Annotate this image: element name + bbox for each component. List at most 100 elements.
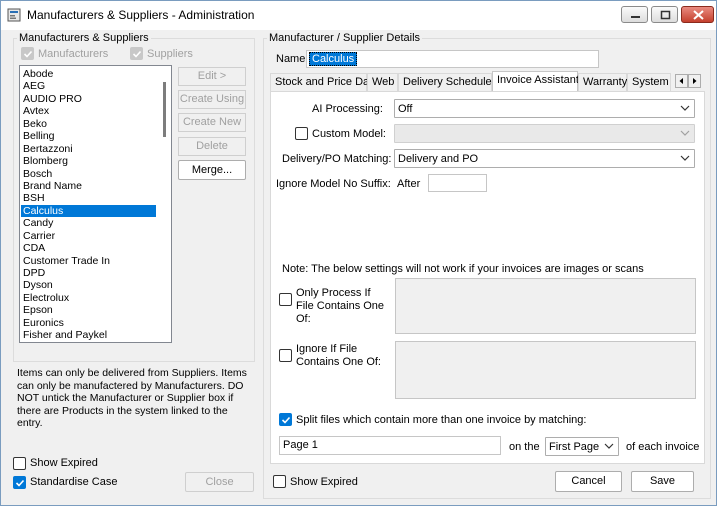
manufacturers-filter-label: Manufacturers [38, 48, 109, 60]
split-files-label: Split files which contain more than one … [296, 414, 587, 426]
name-value: Calculus [309, 52, 358, 66]
custom-model-label: Custom Model: [312, 128, 386, 140]
close-window-button[interactable] [681, 6, 714, 23]
split-match-input[interactable]: Page 1 [279, 436, 501, 455]
app-icon [7, 8, 21, 22]
list-item[interactable]: Electrolux [21, 292, 156, 304]
list-item[interactable]: Candy [21, 217, 156, 229]
list-item[interactable]: Bertazzoni [21, 143, 156, 155]
after-input[interactable] [428, 174, 487, 192]
close-button[interactable]: Close [185, 472, 254, 492]
list-item[interactable]: CDA [21, 242, 156, 254]
chevron-down-icon [680, 155, 690, 161]
list-item[interactable]: AUDIO PRO [21, 93, 156, 105]
tab-scroll-right-button[interactable] [688, 74, 701, 88]
only-process-checkbox[interactable] [279, 293, 292, 306]
details-group-title: Manufacturer / Supplier Details [267, 32, 423, 44]
ignore-if-checkbox[interactable] [279, 349, 292, 362]
page-position-select[interactable]: First Page [545, 437, 619, 456]
list-item[interactable]: DPD [21, 267, 156, 279]
minimize-icon [631, 16, 640, 18]
title-bar: Manufacturers & Suppliers - Administrati… [1, 1, 716, 30]
suppliers-filter-checkbox[interactable] [130, 47, 143, 60]
show-expired-checkbox-left[interactable] [13, 457, 26, 470]
show-expired-label-right: Show Expired [290, 476, 358, 488]
ignore-if-label: Ignore If File Contains One Of: [296, 343, 381, 368]
list-item[interactable]: Customer Trade In [21, 255, 156, 267]
create-new-button[interactable]: Create New [178, 113, 246, 132]
minimize-button[interactable] [621, 6, 648, 23]
save-button[interactable]: Save [631, 471, 694, 492]
tab-delivery-schedule[interactable]: Delivery Schedule [398, 73, 492, 91]
delivery-po-label: Delivery/PO Matching: [282, 153, 392, 165]
checkmark-icon [132, 50, 142, 58]
list-item[interactable]: Carrier [21, 230, 156, 242]
only-process-label: Only Process If File Contains One Of: [296, 287, 385, 325]
list-item[interactable]: AEG [21, 80, 156, 92]
ai-processing-label: AI Processing: [312, 103, 383, 115]
window-title: Manufacturers & Suppliers - Administrati… [27, 8, 255, 22]
delivery-po-value: Delivery and PO [398, 153, 479, 165]
chevron-down-icon [604, 443, 614, 449]
tab-stock-and-price-data[interactable]: Stock and Price Data [270, 73, 378, 91]
standardise-case-checkbox[interactable] [13, 476, 26, 489]
list-scrollbar-thumb[interactable] [163, 82, 166, 137]
list-item[interactable]: BSH [21, 192, 156, 204]
list-item[interactable]: Euronics [21, 317, 156, 329]
suppliers-filter-label: Suppliers [147, 48, 193, 60]
each-invoice-label: of each invoice [626, 441, 700, 453]
manufacturer-list[interactable]: Abode AEG AUDIO PRO Avtex Beko Belling B… [19, 65, 172, 343]
tab-scroll-left-button[interactable] [675, 74, 688, 88]
delivery-po-select[interactable]: Delivery and PO [394, 149, 695, 168]
list-item[interactable]: Dyson [21, 279, 156, 291]
split-files-checkbox[interactable] [279, 413, 292, 426]
chevron-down-icon [680, 130, 690, 136]
tab-invoice-assistant[interactable]: Invoice Assistant [492, 71, 579, 91]
standardise-case-label: Standardise Case [30, 476, 118, 488]
list-item[interactable]: Bosch [21, 168, 156, 180]
images-note: Note: The below settings will not work i… [282, 263, 644, 275]
show-expired-label-left: Show Expired [30, 457, 98, 469]
delivery-note: Items can only be delivered from Supplie… [17, 367, 247, 430]
ai-processing-select[interactable]: Off [394, 99, 695, 118]
arrow-left-icon [679, 78, 683, 84]
admin-window: Manufacturers & Suppliers - Administrati… [0, 0, 717, 506]
merge-button[interactable]: Merge... [178, 160, 246, 180]
ai-processing-value: Off [398, 103, 413, 115]
arrow-right-icon [693, 78, 697, 84]
list-item-selected[interactable]: Calculus [21, 204, 156, 218]
checkmark-icon [23, 50, 33, 58]
tab-system[interactable]: System [627, 73, 671, 91]
list-item[interactable]: Epson [21, 304, 156, 316]
manufacturers-filter-checkbox[interactable] [21, 47, 34, 60]
ignore-model-suffix-label: Ignore Model No Suffix: [276, 178, 391, 190]
create-using-button[interactable]: Create Using [178, 90, 246, 109]
page-position-value: First Page [549, 441, 600, 453]
delete-button[interactable]: Delete [178, 137, 246, 156]
tab-warranty[interactable]: Warranty [578, 73, 627, 91]
checkmark-icon [15, 479, 25, 487]
ignore-if-list[interactable] [395, 341, 696, 399]
show-expired-checkbox-right[interactable] [273, 475, 286, 488]
edit-button[interactable]: Edit > [178, 67, 246, 86]
after-label: After [397, 178, 421, 190]
list-item[interactable]: Blomberg [21, 155, 156, 167]
list-item[interactable]: Avtex [21, 105, 156, 117]
on-the-label: on the [509, 441, 540, 453]
list-item[interactable]: Fisher and Paykel [21, 329, 156, 341]
list-item[interactable]: Abode [21, 68, 156, 80]
maximize-button[interactable] [651, 6, 678, 23]
split-match-value: Page 1 [283, 439, 318, 451]
list-item[interactable]: Belling [21, 130, 156, 142]
manufacturers-suppliers-group-title: Manufacturers & Suppliers [17, 32, 151, 44]
maximize-icon [660, 10, 671, 20]
cancel-button[interactable]: Cancel [555, 471, 622, 492]
only-process-list[interactable] [395, 278, 696, 334]
list-item[interactable]: Brand Name [21, 180, 156, 192]
custom-model-checkbox[interactable] [295, 127, 308, 140]
tab-web[interactable]: Web [367, 73, 398, 91]
custom-model-select[interactable] [394, 124, 695, 143]
list-item[interactable]: Beko [21, 118, 156, 130]
checkmark-icon [281, 416, 291, 424]
name-label: Name: [276, 53, 309, 65]
